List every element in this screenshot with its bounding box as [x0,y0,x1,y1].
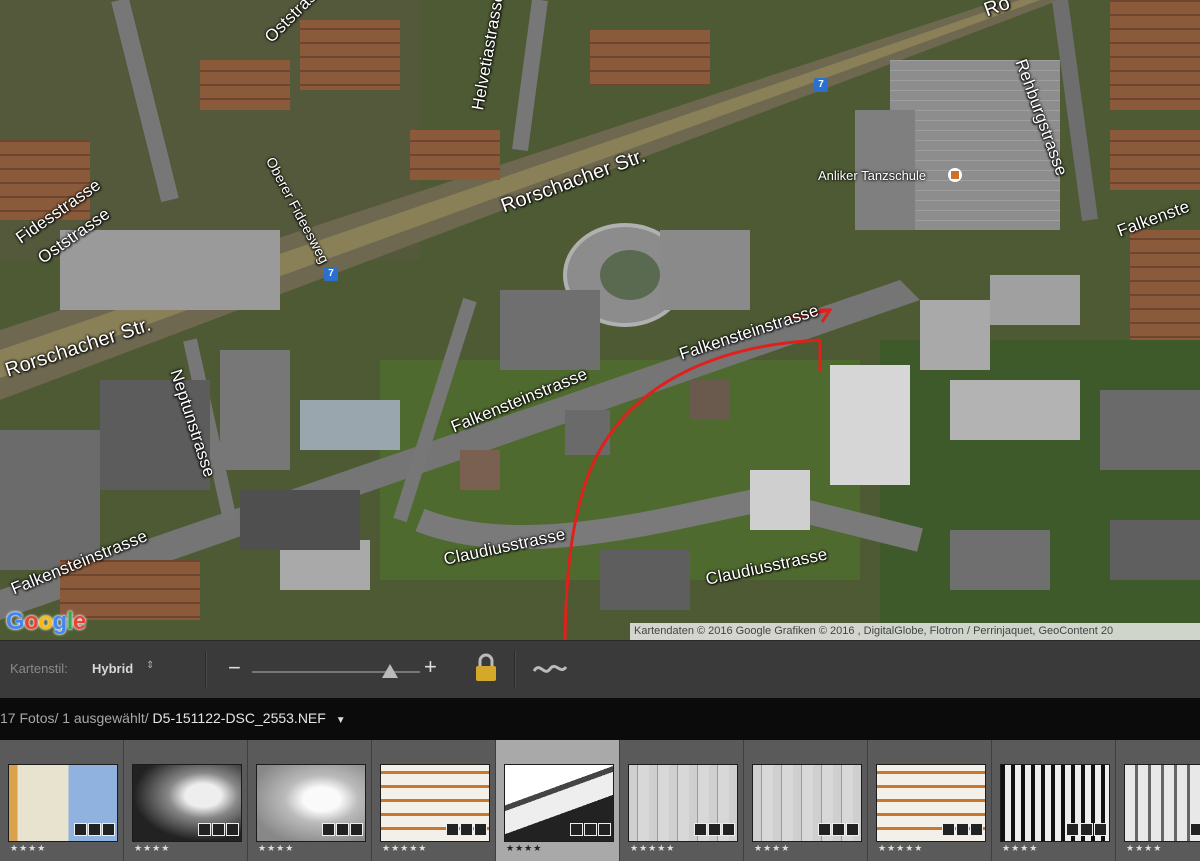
star-rating[interactable]: ★★★★★ [878,843,923,854]
thumbnail-badges [1190,823,1200,836]
zoom-out-button[interactable]: − [228,655,241,681]
zoom-in-button[interactable]: + [424,654,437,680]
star-rating[interactable]: ★★★★ [1126,843,1162,854]
adjust-icon[interactable] [598,823,611,836]
thumbnail-badges [322,823,363,836]
zoom-slider-thumb[interactable] [381,664,398,678]
map-attribution: Kartendaten © 2016 Google Grafiken © 201… [630,623,1200,640]
crop-icon[interactable] [956,823,969,836]
filmstrip-thumbnail[interactable]: ★★★★ [248,740,372,861]
filmstrip-breadcrumb[interactable]: 17 Fotos/ 1 ausgewählt/ D5-151122-DSC_25… [0,710,346,726]
map-style-select[interactable]: Hybrid [92,661,133,676]
selected-filename: D5-151122-DSC_2553.NEF [152,710,326,726]
google-logo: Google [6,608,86,635]
star-rating[interactable]: ★★★★ [754,843,790,854]
filmstrip-thumbnail[interactable]: ★★★★ [744,740,868,861]
star-rating[interactable]: ★★★★★ [382,843,427,854]
filmstrip-thumbnail[interactable]: ★★★★ [496,740,620,861]
star-rating[interactable]: ★★★★ [506,843,542,854]
thumbnail-badges [198,823,239,836]
filmstrip-thumbnail[interactable]: ★★★★ [0,740,124,861]
filmstrip-thumbnail[interactable]: ★★★★★ [620,740,744,861]
adjust-icon[interactable] [970,823,983,836]
thumbnail-badges [74,823,115,836]
map-toolbar: Kartenstil: Hybrid ⇕ − + [0,640,1200,698]
adjust-icon[interactable] [474,823,487,836]
filmstrip-thumbnail[interactable]: ★★★★★ [868,740,992,861]
tag-icon[interactable] [446,823,459,836]
filmstrip-thumbnail[interactable]: ★★★★★ [372,740,496,861]
crop-icon[interactable] [1080,823,1093,836]
crop-icon[interactable] [460,823,473,836]
tag-icon[interactable] [570,823,583,836]
crop-icon[interactable] [708,823,721,836]
thumbnail-badges [942,823,983,836]
photo-thumbnail-image[interactable] [1124,764,1200,842]
star-rating[interactable]: ★★★★★ [630,843,675,854]
adjust-icon[interactable] [350,823,363,836]
photo-count-text: 17 Fotos/ 1 ausgewählt/ [0,710,153,726]
star-rating[interactable]: ★★★★ [258,843,294,854]
tag-icon[interactable] [198,823,211,836]
toolbar-divider [514,651,516,689]
thumbnail-badges [570,823,611,836]
adjust-icon[interactable] [1094,823,1107,836]
route-shield-bottom: 7 [324,267,338,281]
tag-icon[interactable] [74,823,87,836]
crop-icon[interactable] [88,823,101,836]
tag-icon[interactable] [1190,823,1200,836]
adjust-icon[interactable] [102,823,115,836]
thumbnail-badges [694,823,735,836]
filmstrip-thumbnail[interactable]: ★★★★ [124,740,248,861]
thumbnail-badges [1066,823,1107,836]
crop-icon[interactable] [584,823,597,836]
adjust-icon[interactable] [226,823,239,836]
filmstrip[interactable]: ★★★★ ★★★★ ★★★★ ★★★★★ ★★★★ ★★★★★ ★★★★ ★★★★★ ★★★★ ★… [0,740,1200,861]
padlock-icon[interactable] [474,653,498,683]
poi-label[interactable]: Anliker Tanzschule [818,168,926,183]
filmstrip-thumbnail[interactable]: ★★★★ [1116,740,1200,861]
filmstrip-header: 17 Fotos/ 1 ausgewählt/ D5-151122-DSC_25… [0,698,1200,740]
star-rating[interactable]: ★★★★ [134,843,170,854]
tag-icon[interactable] [322,823,335,836]
satellite-map[interactable]: Oststrasse Helvetiastrasse Rehburgstrass… [0,0,1200,640]
tag-icon[interactable] [818,823,831,836]
dropdown-triangle-icon[interactable]: ▼ [336,715,346,726]
crop-icon[interactable] [336,823,349,836]
route-shield-top: 7 [814,78,828,92]
map-imagery [0,0,1200,640]
filmstrip-thumbnail[interactable]: ★★★★ [992,740,1116,861]
thumbnail-badges [818,823,859,836]
tag-icon[interactable] [1066,823,1079,836]
crop-icon[interactable] [832,823,845,836]
tag-icon[interactable] [942,823,955,836]
chevron-updown-icon[interactable]: ⇕ [146,660,154,671]
map-style-label: Kartenstil: [10,661,68,676]
tag-icon[interactable] [694,823,707,836]
crop-icon[interactable] [212,823,225,836]
star-rating[interactable]: ★★★★ [10,843,46,854]
adjust-icon[interactable] [846,823,859,836]
adjust-icon[interactable] [722,823,735,836]
track-icon[interactable] [532,661,568,677]
thumbnail-badges [446,823,487,836]
star-rating[interactable]: ★★★★ [1002,843,1038,854]
toolbar-divider [205,651,207,689]
